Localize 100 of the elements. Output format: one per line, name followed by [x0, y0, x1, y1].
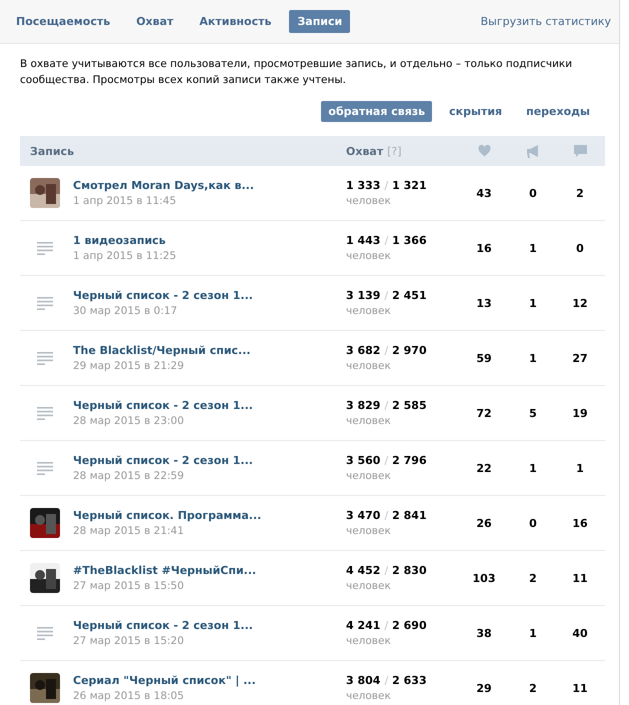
separator: /: [384, 289, 388, 302]
reposts-count: 1: [529, 242, 537, 254]
comments-count: 1: [576, 462, 584, 474]
text-lines-icon: [37, 242, 53, 254]
reach-total: 3 470: [346, 509, 380, 522]
likes-count: 16: [476, 242, 492, 254]
post-title[interactable]: #TheBlacklist #ЧерныйСпи...: [73, 564, 256, 577]
description-text: В охвате учитываются все пользователи, просмотревшие запись, и отдельно – только подписчики сообщества. Просмотры всех копий записи также учтены.: [20, 57, 574, 88]
column-header[interactable]: Охват [?]: [336, 144, 456, 158]
comments-count: 27: [572, 352, 588, 364]
filter-tab[interactable]: обратная связь: [321, 101, 432, 122]
separator: /: [384, 234, 388, 247]
post-date: 30 мар 2015 в 0:17: [73, 305, 178, 317]
reposts-count: 1: [529, 296, 537, 310]
likes-count: 43: [476, 186, 492, 200]
reach-unit: человек: [346, 525, 392, 537]
reach-subscribers: 2 830: [392, 564, 427, 577]
reposts-count: 1: [529, 626, 537, 640]
text-lines-icon: [37, 352, 53, 364]
comments-count: 40: [572, 626, 588, 640]
likes-count: 72: [476, 406, 492, 420]
reach-unit: человек: [346, 305, 392, 317]
post-date: 28 мар 2015 в 23:00: [73, 415, 185, 427]
reach-total: 3 139: [346, 289, 380, 302]
likes-count: 38: [476, 626, 492, 640]
comments-count: 12: [572, 296, 588, 310]
reposts-count: 2: [529, 682, 537, 694]
reach-subscribers: 2 633: [392, 674, 427, 687]
post-date: 28 мар 2015 в 22:59: [73, 470, 185, 482]
reposts-count: 0: [529, 186, 537, 200]
filter-tab[interactable]: скрытия: [442, 101, 510, 122]
reach-unit: человек: [346, 635, 392, 647]
nav-tab[interactable]: Активность: [191, 10, 280, 33]
comment-icon: [574, 144, 586, 158]
post-title[interactable]: 1 видеозапись: [73, 234, 176, 247]
reach-unit: человек: [346, 690, 392, 702]
reach-subscribers: 2 970: [392, 344, 427, 357]
reach-subscribers: 1 321: [392, 179, 427, 192]
separator: /: [384, 399, 388, 412]
likes-count: 22: [476, 462, 492, 474]
reach-total: 1 443: [346, 234, 380, 247]
reach-subscribers: 2 451: [392, 289, 427, 302]
megaphone-icon: [526, 144, 540, 158]
post-title[interactable]: Черный список - 2 сезон 1...: [73, 289, 253, 302]
heart-icon: [478, 145, 490, 157]
reach-total: 4 452: [346, 564, 380, 577]
reach-unit: человек: [346, 580, 392, 592]
reposts-count: 0: [529, 516, 537, 530]
comments-count: 19: [572, 406, 588, 420]
filter-tab[interactable]: переходы: [519, 101, 597, 122]
comments-count: 16: [572, 516, 588, 530]
post-title[interactable]: Черный список - 2 сезон 1...: [73, 619, 253, 632]
post-date: 1 апр 2015 в 11:45: [73, 195, 178, 207]
likes-count: 103: [472, 572, 496, 584]
post-title[interactable]: Смотрел Moran Days,как в...: [73, 179, 254, 192]
post-title[interactable]: Черный список. Программа...: [73, 509, 262, 522]
reach-total: 3 560: [346, 454, 380, 467]
reach-unit: человек: [346, 360, 392, 372]
nav-tab[interactable]: Записи: [289, 10, 350, 33]
comments-count: 11: [572, 572, 588, 584]
separator: /: [384, 619, 388, 632]
likes-count: 26: [476, 516, 492, 530]
reach-subscribers: 2 841: [392, 509, 427, 522]
nav-tab[interactable]: Посещаемость: [8, 10, 118, 33]
reach-subscribers: 2 690: [392, 619, 427, 632]
post-date: 28 мар 2015 в 21:41: [73, 525, 185, 537]
reach-subscribers: 1 366: [392, 234, 427, 247]
post-title[interactable]: Сериал "Черный список" | ...: [73, 674, 256, 687]
reposts-count: 5: [529, 406, 537, 420]
post-title[interactable]: The Blacklist/Черный спис...: [73, 344, 251, 357]
column-header[interactable]: Запись: [20, 144, 336, 158]
reach-unit: человек: [346, 250, 392, 262]
likes-count: 29: [476, 682, 492, 694]
comments-count: 0: [576, 242, 584, 254]
reach-subscribers: 2 585: [392, 399, 427, 412]
post-date: 1 апр 2015 в 11:25: [73, 250, 176, 262]
reposts-count: 1: [529, 352, 537, 364]
comments-count: 11: [572, 682, 588, 694]
separator: /: [384, 454, 388, 467]
reach-subscribers: 2 796: [392, 454, 427, 467]
post-date: 27 мар 2015 в 15:50: [73, 580, 185, 592]
separator: /: [384, 344, 388, 357]
post-date: 27 мар 2015 в 15:20: [73, 635, 185, 647]
reposts-count: 2: [529, 572, 537, 584]
text-lines-icon: [37, 626, 53, 640]
post-title[interactable]: Черный список - 2 сезон 1...: [73, 454, 253, 467]
post-date: 29 мар 2015 в 21:29: [73, 360, 185, 372]
reach-total: 3 682: [346, 344, 380, 357]
post-title[interactable]: Черный список - 2 сезон 1...: [73, 399, 253, 412]
separator: /: [384, 509, 388, 522]
separator: /: [384, 179, 388, 192]
nav-tab[interactable]: Охват: [128, 10, 182, 33]
post-date: 26 мар 2015 в 18:05: [73, 690, 185, 702]
reach-total: 3 829: [346, 399, 380, 412]
reach-total: 1 333: [346, 179, 380, 192]
text-lines-icon: [37, 406, 53, 420]
text-lines-icon: [37, 296, 53, 310]
reach-unit: человек: [346, 470, 392, 482]
reach-total: 3 804: [346, 674, 380, 687]
export-link[interactable]: Выгрузить статистику: [480, 15, 611, 28]
